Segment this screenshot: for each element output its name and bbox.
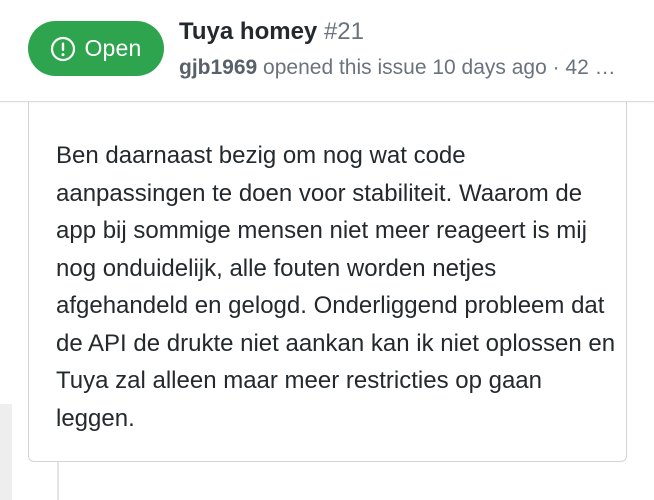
comment-body: Ben daarnaast bezig om nog wat code aanp…: [56, 142, 616, 432]
issue-state-label: Open: [84, 35, 142, 61]
timeline-rail: [0, 404, 12, 500]
issue-meta-text: opened this issue 10 days ago · 42 …: [257, 56, 616, 79]
issue-page: Open Tuya homey #21 gjb1969 opened this …: [0, 0, 654, 500]
comment-card: Ben daarnaast bezig om nog wat code aanp…: [28, 102, 627, 462]
issue-state-badge: Open: [28, 21, 164, 76]
issue-meta: gjb1969 opened this issue 10 days ago · …: [179, 54, 619, 82]
issue-author-link[interactable]: gjb1969: [179, 56, 257, 79]
issue-opened-icon: [51, 36, 76, 61]
issue-title: Tuya homey #21: [179, 16, 364, 48]
timeline-connector: [57, 462, 59, 500]
issue-title-text: Tuya homey: [179, 18, 318, 45]
issue-number: #21: [323, 18, 364, 45]
issue-header: Open Tuya homey #21 gjb1969 opened this …: [0, 0, 654, 102]
